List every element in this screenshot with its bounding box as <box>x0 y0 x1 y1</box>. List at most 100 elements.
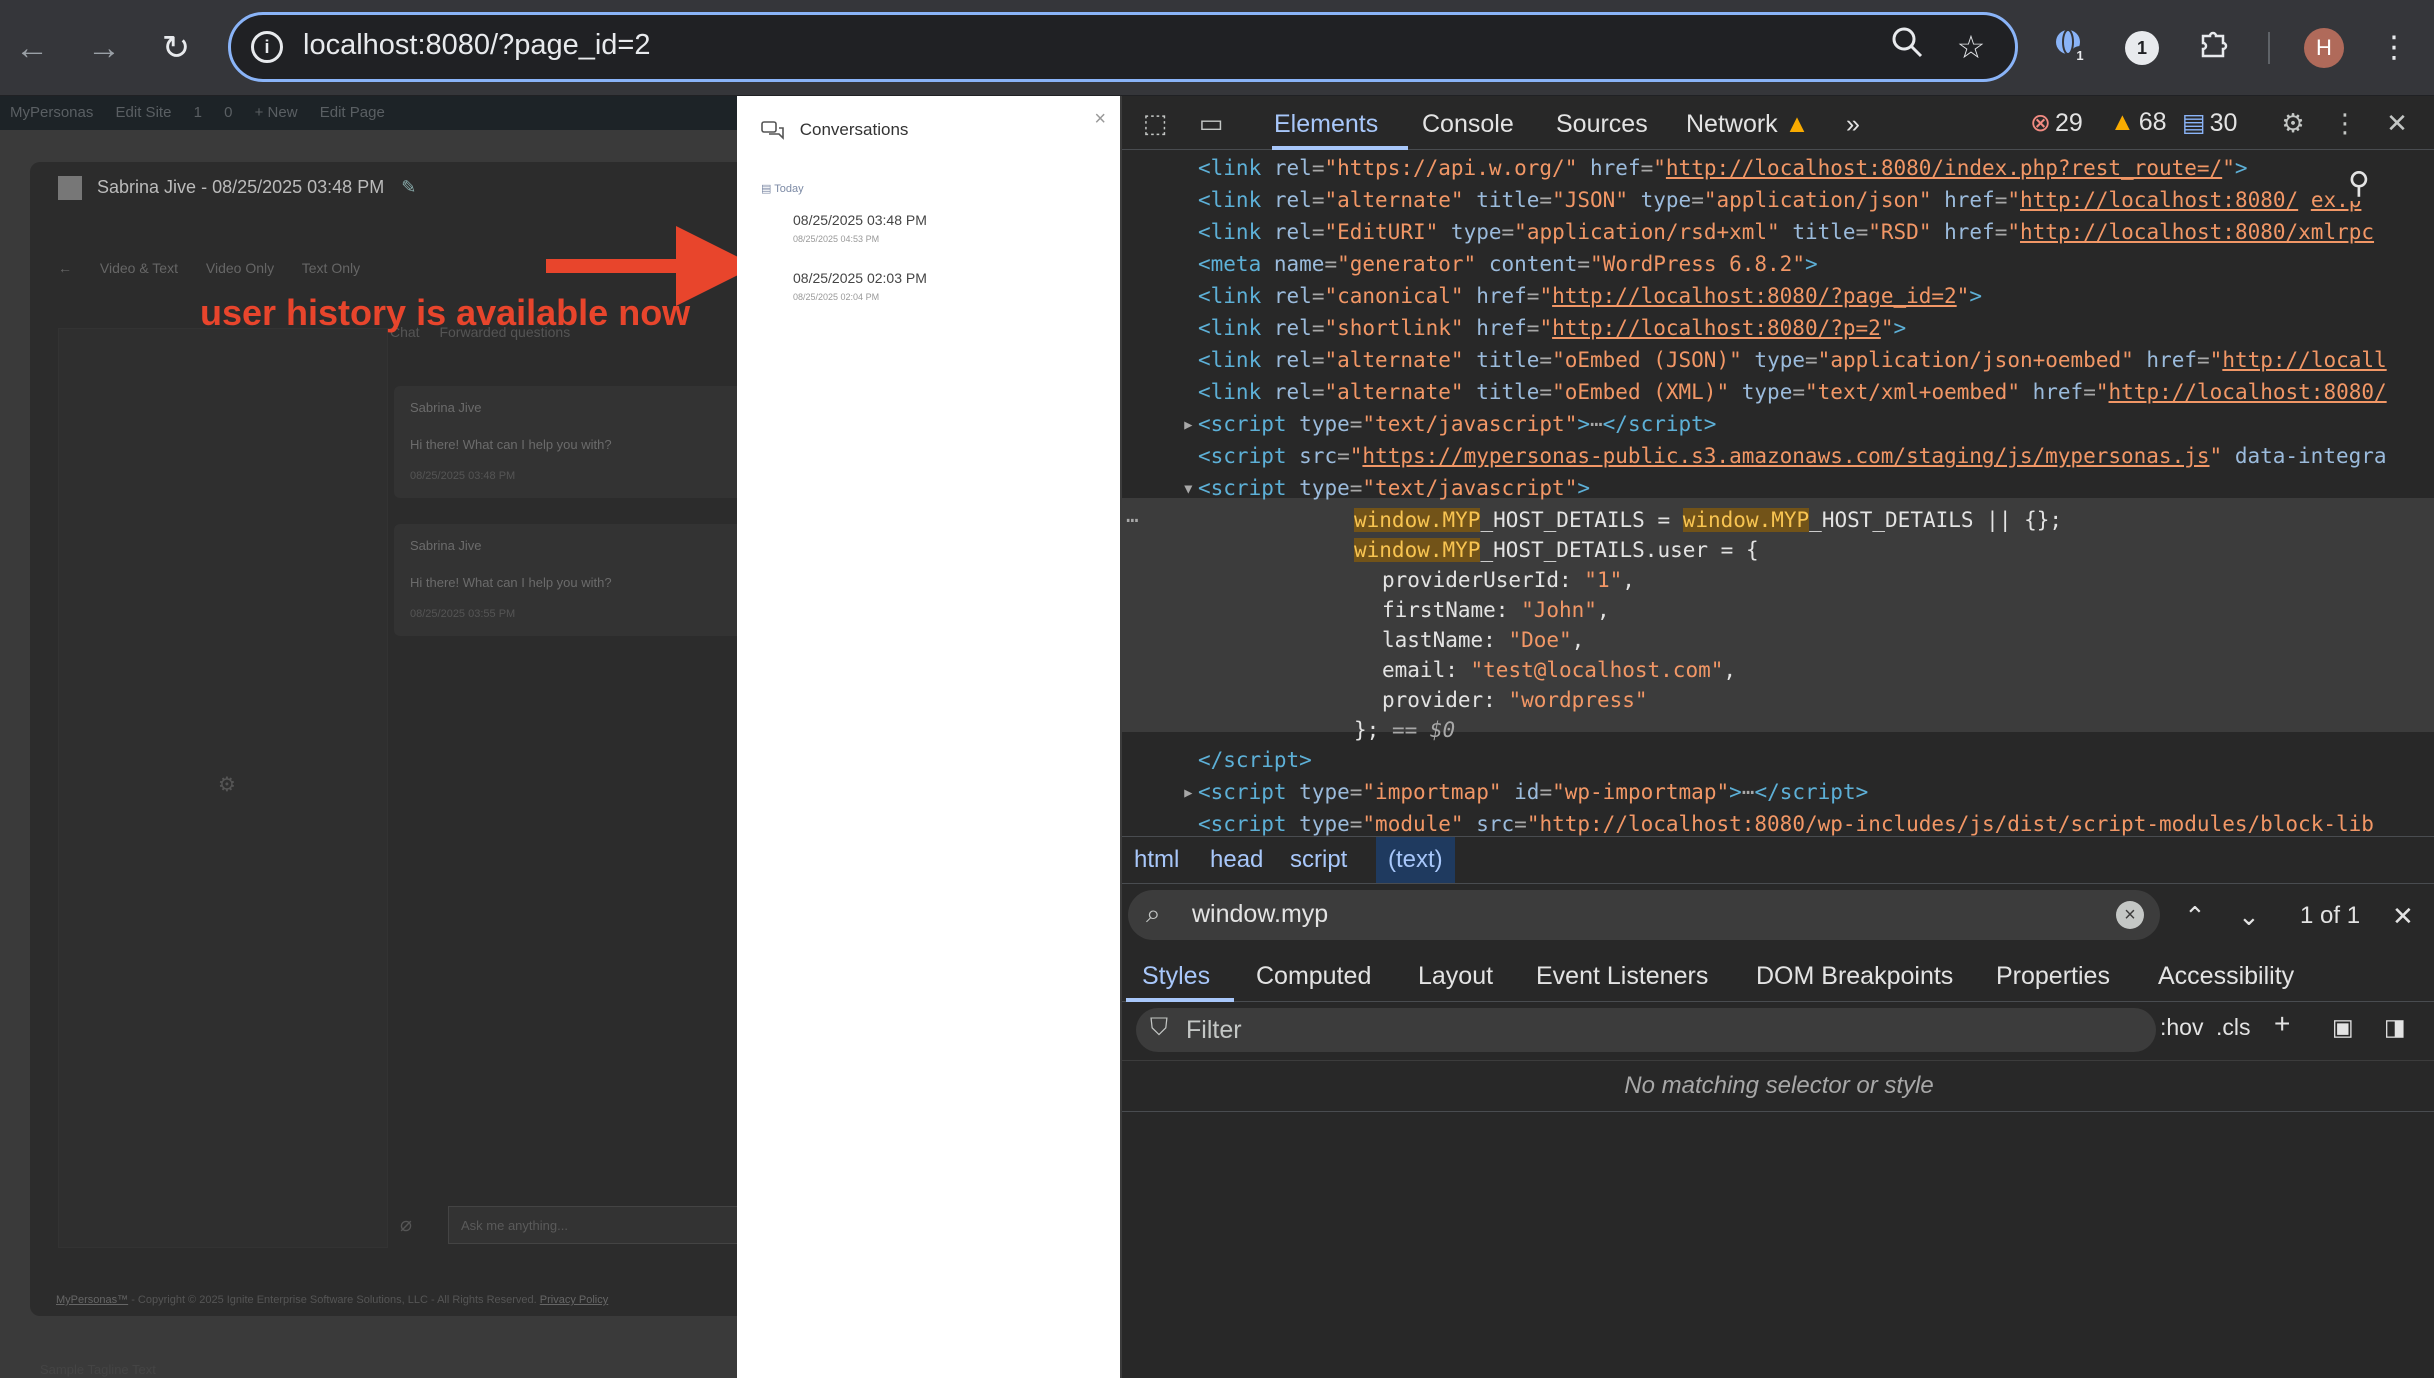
conversation-item[interactable]: 08/25/2025 02:03 PM 08/25/2025 02:04 PM <box>793 270 927 302</box>
footer-brand-link[interactable]: MyPersonas™ <box>56 1294 128 1306</box>
reload-button[interactable]: ↻ <box>152 24 200 72</box>
dom-line[interactable]: ▸ <script type="importmap" id="wp-importm… <box>1182 776 1868 808</box>
password-manager-badge: 1 <box>2125 31 2159 65</box>
chat-title-text: Sabrina Jive - 08/25/2025 03:48 PM <box>97 176 385 197</box>
toggle-sidebar-icon[interactable]: ◨ <box>2384 1014 2406 1041</box>
back-button[interactable]: ← <box>8 24 56 72</box>
expand-triangle-icon[interactable]: ▸ <box>1182 776 1198 808</box>
message-count[interactable]: ▤ 30 <box>2182 108 2237 138</box>
wp-admin-item[interactable]: Edit Site <box>116 104 172 121</box>
dom-line[interactable]: <link rel="canonical" href="http://local… <box>1198 280 1982 312</box>
extension-badge: 1 <box>2070 46 2090 66</box>
more-tabs-icon[interactable]: » <box>1846 110 1860 139</box>
dom-line[interactable]: email: "test@localhost.com", <box>1382 654 1736 686</box>
bookmark-star-icon[interactable]: ☆ <box>1949 25 1993 69</box>
wp-admin-item[interactable]: MyPersonas <box>10 104 93 121</box>
site-info-icon[interactable]: i <box>251 31 283 63</box>
devtools-toolbar: ⬚ ▭ Elements Console Sources Network ▲ »… <box>1122 96 2434 150</box>
dom-line[interactable]: ▾ <script type="text/javascript"> <box>1182 472 1590 504</box>
dom-line[interactable]: <link rel="alternate" title="oEmbed (JSO… <box>1198 344 2387 376</box>
subtab-styles[interactable]: Styles <box>1142 962 1210 991</box>
forward-button[interactable]: → <box>80 24 128 72</box>
wp-admin-item[interactable]: Edit Page <box>320 104 385 121</box>
subtab-event-listeners[interactable]: Event Listeners <box>1536 962 1708 991</box>
subtab-dom-breakpoints[interactable]: DOM Breakpoints <box>1756 962 1953 991</box>
zoom-search-icon[interactable] <box>1885 25 1929 69</box>
wp-admin-item[interactable]: + New <box>255 104 298 121</box>
new-style-rule-icon[interactable]: + <box>2274 1008 2290 1040</box>
devtools-menu-icon[interactable]: ⋮ <box>2326 104 2364 142</box>
error-count[interactable]: ⊗ 29 <box>2030 108 2083 138</box>
url-text[interactable]: localhost:8080/?page_id=2 <box>303 29 651 62</box>
paint-bucket-icon[interactable]: ▣ <box>2332 1014 2354 1041</box>
dom-breadcrumb: html head script (text) <box>1122 836 2434 884</box>
subtab-layout[interactable]: Layout <box>1418 962 1493 991</box>
dom-line[interactable]: </script> <box>1198 744 1312 776</box>
chat-message: Sabrina Jive Hi there! What can I help y… <box>394 524 754 636</box>
browser-menu-icon[interactable]: ⋮ <box>2372 26 2416 70</box>
mode-video-text[interactable]: Video & Text <box>100 260 178 276</box>
breadcrumb-head[interactable]: head <box>1198 837 1275 883</box>
breadcrumb-html[interactable]: html <box>1122 837 1191 883</box>
subtab-accessibility[interactable]: Accessibility <box>2158 962 2294 991</box>
address-bar[interactable]: i localhost:8080/?page_id=2 ☆ <box>228 12 2018 82</box>
inspect-element-icon[interactable]: ⬚ <box>1136 104 1174 142</box>
dom-line[interactable]: <link rel="shortlink" href="http://local… <box>1198 312 1906 344</box>
dom-line[interactable]: <link rel="alternate" title="JSON" type=… <box>1198 184 2361 216</box>
dom-line[interactable]: <link rel="EditURI" type="application/rs… <box>1198 216 2374 248</box>
dom-line[interactable]: provider: "wordpress" <box>1382 684 1648 716</box>
wp-admin-item[interactable]: 1 <box>194 104 202 121</box>
breadcrumb-text[interactable]: (text) <box>1376 837 1455 883</box>
tab-elements[interactable]: Elements <box>1274 110 1378 139</box>
subtab-properties[interactable]: Properties <box>1996 962 2110 991</box>
search-next-icon[interactable]: ⌄ <box>2238 896 2260 936</box>
search-prev-icon[interactable]: ⌃ <box>2184 896 2206 936</box>
dom-line[interactable]: lastName: "Doe", <box>1382 624 1584 656</box>
clear-search-icon[interactable]: × <box>2116 901 2144 929</box>
dom-line[interactable]: window.MYP_HOST_DETAILS = window.MYP_HOS… <box>1354 504 2062 536</box>
dom-line[interactable]: firstName: "John", <box>1382 594 1610 626</box>
cls-toggle[interactable]: .cls <box>2216 1014 2251 1041</box>
privacy-policy-link[interactable]: Privacy Policy <box>540 1294 608 1306</box>
extension-globe-icon[interactable]: 1 <box>2048 26 2092 70</box>
dom-line[interactable]: <link rel="https://api.w.org/" href="htt… <box>1198 152 2248 184</box>
settings-gear-icon[interactable]: ⚙ <box>2274 104 2312 142</box>
profile-avatar[interactable]: H <box>2304 28 2344 68</box>
search-input[interactable]: window.myp <box>1192 900 1328 929</box>
extensions-puzzle-icon[interactable] <box>2192 26 2236 70</box>
dom-line[interactable]: <script src="https://mypersonas-public.s… <box>1198 440 2387 472</box>
node-actions-icon[interactable]: ⋯ <box>1126 504 1139 536</box>
dom-line[interactable]: <meta name="generator" content="WordPres… <box>1198 248 1818 280</box>
dom-line[interactable]: ▸ <script type="text/javascript">⋯</scrip… <box>1182 408 1716 440</box>
device-toggle-icon[interactable]: ▭ <box>1192 104 1230 142</box>
tab-network[interactable]: Network ▲ <box>1686 110 1809 139</box>
dom-search-box[interactable]: ⌕ window.myp × <box>1128 890 2160 940</box>
close-panel-icon[interactable]: × <box>1094 108 1106 131</box>
subtab-computed[interactable]: Computed <box>1256 962 1371 991</box>
edit-icon[interactable]: ✎ <box>401 177 416 197</box>
dom-line[interactable]: window.MYP_HOST_DETAILS.user = { <box>1354 534 1759 566</box>
tab-console[interactable]: Console <box>1422 110 1514 139</box>
filter-input[interactable]: Filter <box>1186 1016 1242 1045</box>
dom-line[interactable]: }; == $0 <box>1354 714 1455 746</box>
password-manager-icon[interactable]: 1 <box>2120 26 2164 70</box>
mode-text-only[interactable]: Text Only <box>302 260 360 276</box>
back-chevron-icon[interactable]: ← <box>58 260 72 276</box>
warning-count[interactable]: ▲ 68 <box>2110 108 2167 137</box>
breadcrumb-script[interactable]: script <box>1278 837 1359 883</box>
dom-line[interactable]: providerUserId: "1", <box>1382 564 1635 596</box>
collapse-triangle-icon[interactable]: ▾ <box>1182 472 1198 504</box>
expand-triangle-icon[interactable]: ▸ <box>1182 408 1198 440</box>
styles-filter[interactable]: ⛉ Filter <box>1136 1008 2156 1052</box>
hov-toggle[interactable]: :hov <box>2160 1014 2203 1041</box>
mode-video-only[interactable]: Video Only <box>206 260 274 276</box>
close-search-icon[interactable]: ✕ <box>2392 896 2414 936</box>
conversation-item[interactable]: 08/25/2025 03:48 PM 08/25/2025 04:53 PM <box>793 212 927 244</box>
tab-sources[interactable]: Sources <box>1556 110 1648 139</box>
wp-admin-item[interactable]: 0 <box>224 104 232 121</box>
accessibility-person-icon[interactable]: ⚲ <box>2348 166 2370 201</box>
attach-paperclip-icon[interactable]: ⌀ <box>400 1212 412 1237</box>
dom-line[interactable]: <script type="module" src="http://localh… <box>1198 808 2374 836</box>
close-devtools-icon[interactable]: ✕ <box>2378 104 2416 142</box>
dom-line[interactable]: <link rel="alternate" title="oEmbed (XML… <box>1198 376 2387 408</box>
